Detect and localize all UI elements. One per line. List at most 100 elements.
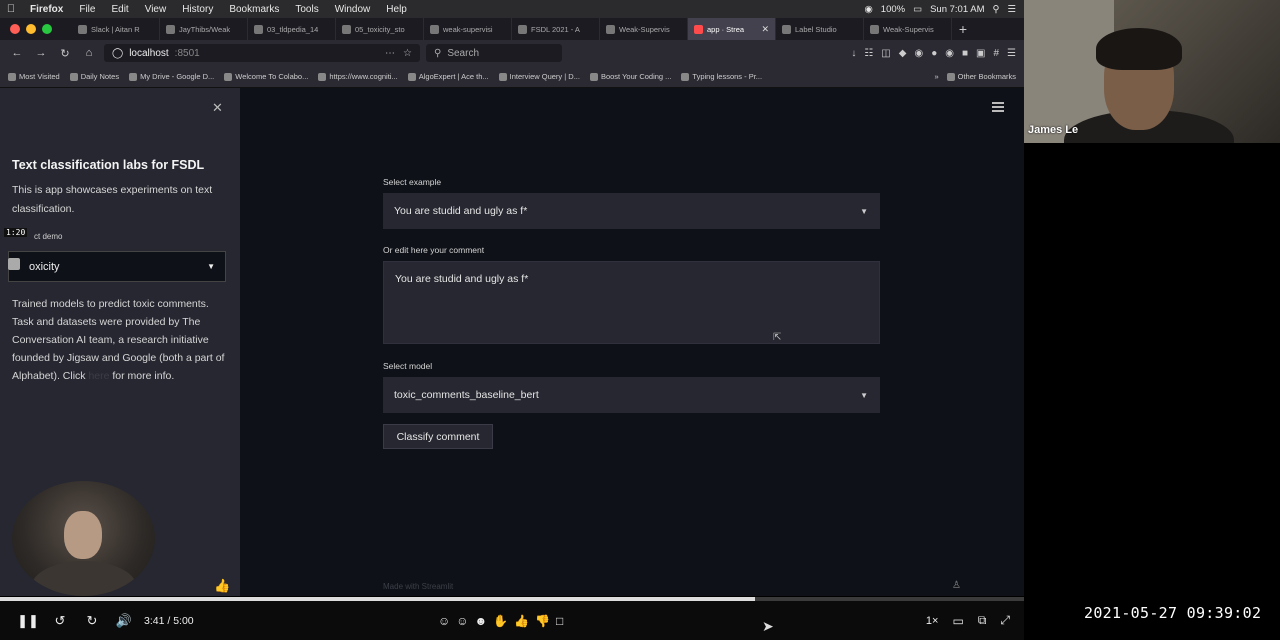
home-icon[interactable]: ⌂ (80, 47, 98, 59)
bookmark-item[interactable]: Boost Your Coding ... (589, 72, 671, 81)
presenter-body (32, 561, 136, 596)
rewind-icon[interactable]: ↺ (44, 613, 76, 629)
model-select[interactable]: toxic_comments_baseline_bert ▼ (383, 377, 880, 413)
reload-icon[interactable]: ↻ (56, 47, 74, 60)
sidebar-description: This is app showcases experiments on tex… (12, 184, 213, 215)
menu-tools[interactable]: Tools (287, 4, 326, 15)
exit-fullscreen-icon[interactable]: ⤢ (1000, 613, 1010, 628)
tab-fsdl[interactable]: FSDL 2021 - A (512, 18, 600, 40)
tab-weak-supervision-3[interactable]: Weak-Supervis (864, 18, 952, 40)
forward-icon[interactable]: → (32, 47, 50, 59)
shield-icon[interactable]: ◯ (112, 48, 123, 59)
tab-github-weak[interactable]: JayThibs/Weak (160, 18, 248, 40)
nav-toolbar: ← → ↻ ⌂ ◯ localhost:8501 ⋯ ☆ ⚲ Search ↓ ☷… (0, 40, 1024, 66)
close-window-icon[interactable] (10, 24, 20, 34)
extension-icon[interactable]: ◉ (945, 48, 954, 59)
zoom-window-icon[interactable] (42, 24, 52, 34)
laugh-icon[interactable]: ☺ (438, 614, 450, 628)
heart-eyes-icon[interactable]: ☺ (456, 614, 468, 628)
volume-icon[interactable]: 🔊 (108, 613, 140, 629)
example-select-value: You are studid and ugly as f* (394, 205, 528, 217)
spotlight-icon[interactable]: ⚲ (993, 4, 1000, 15)
extension-icon[interactable]: ■ (962, 48, 968, 59)
other-bookmarks[interactable]: Other Bookmarks (946, 72, 1016, 81)
extension-icon[interactable]: ◉ (914, 48, 923, 59)
bookmark-item[interactable]: Welcome To Colabo... (224, 72, 308, 81)
menu-view[interactable]: View (137, 4, 175, 15)
bookmarks-overflow-icon[interactable]: » (934, 72, 938, 81)
algoexpert-icon (407, 72, 416, 81)
tab-weak-supervision-1[interactable]: weak-supervisi (424, 18, 512, 40)
playback-speed[interactable]: 1× (926, 615, 939, 627)
bookmark-item[interactable]: Most Visited (8, 72, 60, 81)
new-tab-icon[interactable]: + (952, 21, 974, 37)
bookmark-star-icon[interactable]: ☆ (403, 48, 412, 59)
clap-icon[interactable]: ✋ (493, 614, 508, 628)
demo-select[interactable]: oxicity ▼ (8, 251, 226, 282)
example-select[interactable]: You are studid and ugly as f* ▼ (383, 193, 880, 229)
bookmark-item[interactable]: My Drive - Google D... (129, 72, 214, 81)
thumbs-down-icon[interactable]: 👎 (535, 614, 550, 628)
bookmark-item[interactable]: https://www.cogniti... (318, 72, 398, 81)
streamlit-icon (694, 24, 703, 34)
menu-bookmarks[interactable]: Bookmarks (221, 4, 287, 15)
info-link[interactable]: here (88, 370, 109, 382)
close-tab-icon[interactable]: ✕ (761, 24, 769, 35)
hamburger-menu-icon[interactable] (992, 102, 1004, 114)
menu-window[interactable]: Window (327, 4, 379, 15)
menu-history[interactable]: History (174, 4, 221, 15)
bookmark-item[interactable]: Daily Notes (69, 72, 119, 81)
page-actions-icon[interactable]: ⋯ (385, 48, 395, 59)
close-sidebar-icon[interactable]: ✕ (212, 100, 223, 116)
surprised-icon[interactable]: ☻ (475, 614, 488, 628)
clock[interactable]: Sun 7:01 AM (930, 4, 984, 15)
made-with-streamlit-footer[interactable]: Made with Streamlit (383, 582, 453, 591)
download-icon[interactable]: ↓ (851, 48, 856, 59)
demo-select-value: oxicity (29, 260, 60, 273)
extension-icon[interactable]: ◆ (899, 48, 907, 59)
tab-label-studio[interactable]: Label Studio (776, 18, 864, 40)
mac-menu-bar:  Firefox File Edit View History Bookmar… (0, 0, 1024, 18)
picture-in-picture-icon[interactable]: ⧉ (978, 613, 987, 628)
tab-toxicity[interactable]: 05_toxicity_sto (336, 18, 424, 40)
battery-percent[interactable]: 100% (881, 4, 905, 15)
tab-slack[interactable]: Slack | Aitan R (72, 18, 160, 40)
extension-icon[interactable]: ▣ (976, 48, 985, 59)
participant-name: James Le (1028, 124, 1079, 136)
menu-icon[interactable]: ☰ (1007, 48, 1016, 59)
back-icon[interactable]: ← (8, 47, 26, 59)
tab-label: JayThibs/Weak (179, 24, 231, 34)
sidebar-toggle-icon[interactable]: ◫ (881, 48, 890, 59)
theater-mode-icon[interactable]: ▭ (952, 614, 963, 628)
minimize-window-icon[interactable] (26, 24, 36, 34)
menu-help[interactable]: Help (378, 4, 415, 15)
apple-icon[interactable]:  (0, 3, 22, 15)
thumbs-up-icon[interactable]: 👍 (214, 578, 230, 594)
grid-icon[interactable]: # (993, 48, 999, 59)
url-port: :8501 (174, 47, 200, 59)
comment-textarea[interactable]: You are studid and ugly as f* (383, 261, 880, 344)
wifi-icon[interactable]: ◉ (865, 4, 873, 15)
tab-weak-supervision-2[interactable]: Weak-Supervis (600, 18, 688, 40)
tab-tldpedia[interactable]: 03_tldpedia_14 (248, 18, 336, 40)
bookmark-item[interactable]: AlgoExpert | Ace th... (407, 72, 489, 81)
bookmark-label: My Drive - Google D... (140, 72, 215, 81)
classify-comment-button[interactable]: Classify comment (383, 424, 493, 449)
menu-edit[interactable]: Edit (103, 4, 136, 15)
control-center-icon[interactable]: ☰ (1007, 4, 1016, 15)
stop-icon[interactable] (8, 258, 20, 270)
search-bar[interactable]: ⚲ Search (426, 44, 562, 62)
extension-icon[interactable]: ● (931, 48, 937, 59)
tab-streamlit-app[interactable]: app · Strea ✕ (688, 18, 776, 40)
pause-icon[interactable]: ❚❚ (12, 613, 44, 629)
comment-icon[interactable]: □ (556, 614, 563, 628)
chevron-down-icon: ▼ (860, 390, 868, 400)
url-bar[interactable]: ◯ localhost:8501 ⋯ ☆ (104, 44, 420, 62)
bookmark-item[interactable]: Typing lessons - Pr... (681, 72, 762, 81)
bookmark-item[interactable]: Interview Query | D... (498, 72, 580, 81)
menu-app-name[interactable]: Firefox (22, 4, 71, 15)
thumbs-up-icon[interactable]: 👍 (514, 614, 529, 628)
menu-file[interactable]: File (71, 4, 103, 15)
forward-skip-icon[interactable]: ↻ (76, 613, 108, 629)
library-icon[interactable]: ☷ (864, 48, 873, 59)
